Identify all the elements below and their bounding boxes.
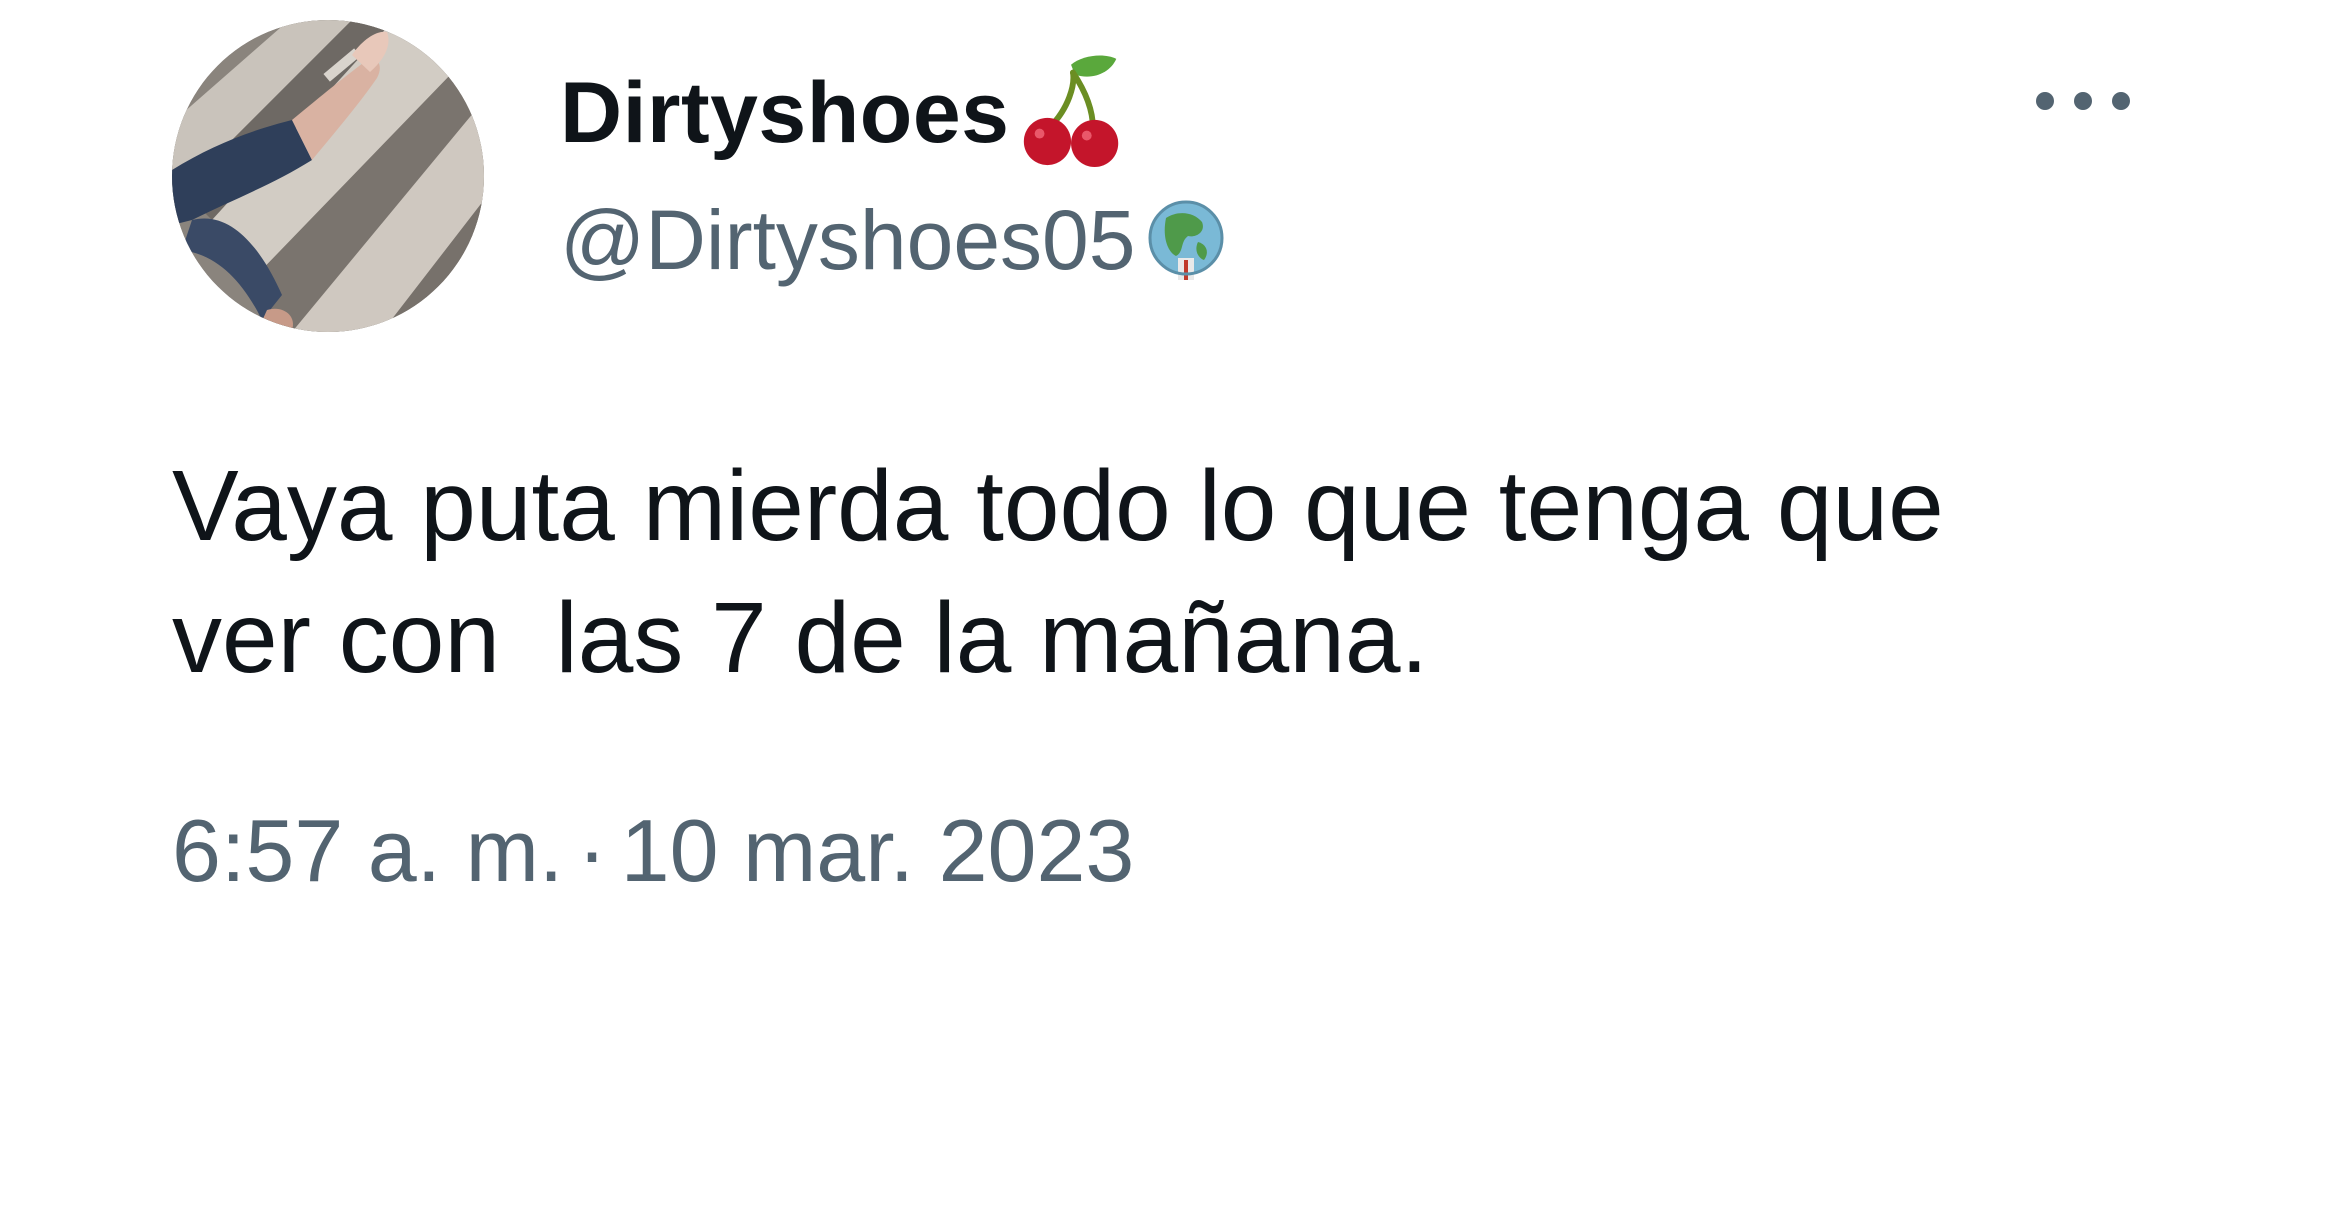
tweet-card: Dirtyshoes @Dirtyshoes05 Vaya puta mierd… [0,0,2350,1230]
more-options-button[interactable] [2028,64,2138,138]
tweet-text: Vaya puta mierda todo lo que tenga que v… [172,450,1944,694]
tweet-date[interactable]: 10 mar. 2023 [621,800,1135,902]
more-horizontal-icon [2036,92,2130,110]
avatar[interactable] [172,20,484,332]
handle-row: @Dirtyshoes05 [560,185,1228,295]
cherries-emoji-icon [1014,51,1132,169]
tweet-time[interactable]: 6:57 a. m. [172,800,563,902]
display-name[interactable]: Dirtyshoes [560,64,1010,163]
avatar-photo [172,20,484,332]
display-name-row: Dirtyshoes [560,48,1132,178]
globe-icon [1144,198,1228,282]
user-handle[interactable]: @Dirtyshoes05 [560,192,1136,289]
timestamp-row: 6:57 a. m. · 10 mar. 2023 [172,800,1134,902]
timestamp-separator: · [577,801,607,900]
